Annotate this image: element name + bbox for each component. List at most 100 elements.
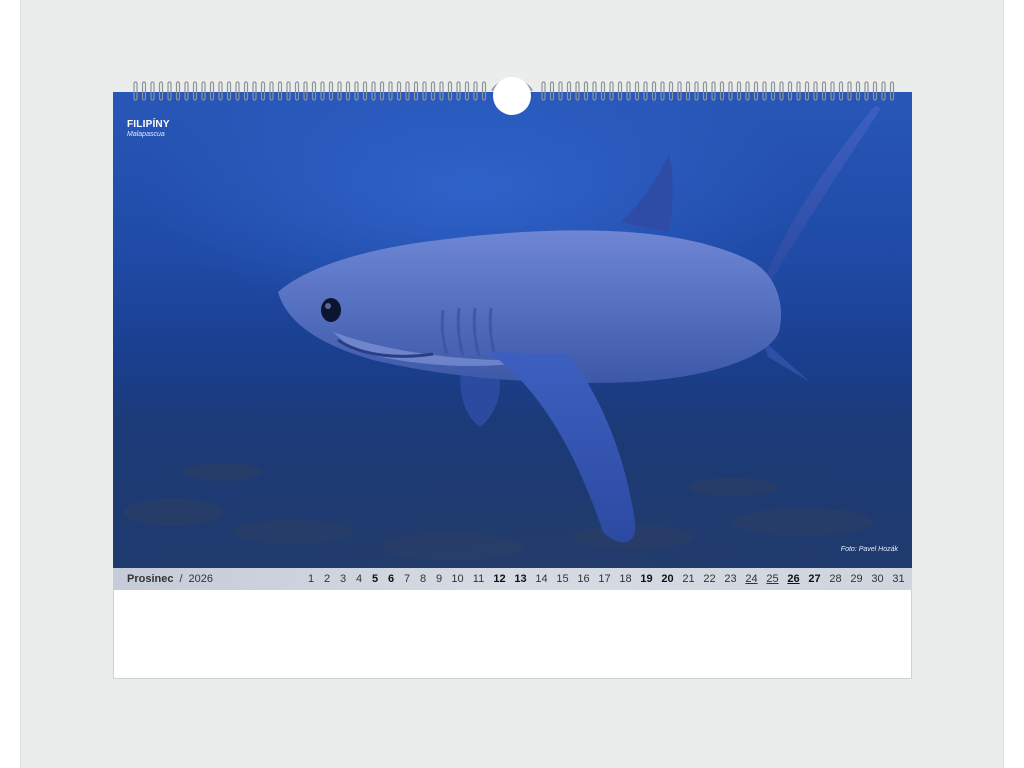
spiral-ring — [413, 81, 419, 101]
spiral-ring — [209, 81, 215, 101]
spiral-ring — [252, 81, 257, 101]
spiral-ring — [864, 81, 869, 101]
calendar-photo: FILIPÍNY Malapascua Foto: Pavel Hozák — [113, 92, 912, 568]
spiral-ring — [592, 81, 597, 101]
day-13: 13 — [514, 573, 527, 585]
shark-dorsal-fin — [621, 154, 673, 232]
spiral-ring — [830, 81, 835, 101]
spiral-ring — [320, 81, 325, 101]
spiral-ring — [226, 81, 232, 101]
spiral-ring — [668, 81, 674, 101]
day-31: 31 — [892, 573, 905, 585]
day-8: 8 — [419, 573, 427, 585]
spiral-ring — [473, 81, 478, 101]
spiral-ring — [396, 81, 402, 101]
day-23: 23 — [724, 573, 737, 585]
spiral-ring — [430, 81, 436, 101]
spiral-ring — [456, 81, 461, 101]
spiral-ring — [362, 81, 368, 101]
shark-tail-lower — [763, 340, 810, 382]
spiral-ring — [541, 81, 546, 101]
month-name: Prosinec — [127, 573, 174, 585]
shark-tail — [763, 106, 881, 287]
spiral-ring — [481, 81, 487, 101]
photo-credit: Foto: Pavel Hozák — [840, 546, 898, 553]
spiral-ring — [617, 81, 623, 101]
spiral-ring — [762, 81, 767, 101]
spiral-ring — [558, 81, 563, 101]
spiral-ring — [269, 81, 274, 101]
spiral-ring — [719, 81, 725, 101]
day-28: 28 — [829, 573, 842, 585]
spiral-ring — [294, 81, 300, 101]
spiral-ring — [235, 81, 240, 101]
location-subtitle: Malapascua — [127, 131, 165, 138]
spiral-ring — [184, 81, 189, 101]
spiral-ring — [439, 81, 444, 101]
spiral-ring — [218, 81, 223, 101]
day-5: 5 — [371, 573, 379, 585]
spiral-ring — [728, 81, 733, 101]
spiral-ring — [847, 81, 852, 101]
day-10: 10 — [451, 573, 464, 585]
spiral-ring — [855, 81, 861, 101]
shark-eye — [321, 298, 341, 322]
spiral-ring — [167, 81, 172, 101]
spiral-ring — [303, 81, 308, 101]
month-year: 2026 — [188, 573, 214, 585]
day-15: 15 — [556, 573, 569, 585]
day-29: 29 — [850, 573, 863, 585]
day-7: 7 — [403, 573, 411, 585]
day-16: 16 — [577, 573, 590, 585]
day-18: 18 — [619, 573, 632, 585]
spiral-ring — [286, 81, 291, 101]
day-17: 17 — [598, 573, 611, 585]
spiral-ring — [243, 81, 249, 101]
spiral-ring — [583, 81, 589, 101]
spiral-ring — [694, 81, 699, 101]
spiral-ring — [175, 81, 181, 101]
spiral-ring — [643, 81, 648, 101]
spiral-ring — [328, 81, 334, 101]
day-25: 25 — [766, 573, 779, 585]
spiral-ring — [889, 81, 895, 101]
spiral-ring — [609, 81, 614, 101]
day-2: 2 — [323, 573, 331, 585]
hanger-hole — [491, 77, 533, 115]
spiral-ring — [354, 81, 359, 101]
location-title: FILIPÍNY — [127, 119, 170, 130]
spiral-ring — [379, 81, 385, 101]
day-20: 20 — [661, 573, 674, 585]
spiral-ring — [388, 81, 393, 101]
spiral-ring — [575, 81, 580, 101]
spiral-ring — [337, 81, 342, 101]
spiral-ring — [821, 81, 827, 101]
day-numbers: 1 2 3 4 5 6 7 8 9 10 11 12 13 14 15 16 17 18 19 20 21 22 23 24 2… — [303, 568, 909, 590]
spiral-ring — [838, 81, 844, 101]
day-14: 14 — [535, 573, 548, 585]
spiral-ring — [371, 81, 376, 101]
spiral-ring — [685, 81, 691, 101]
spiral-ring — [626, 81, 631, 101]
spiral-ring — [634, 81, 640, 101]
spiral-ring — [158, 81, 164, 101]
spiral-ring — [566, 81, 572, 101]
spiral-ring — [711, 81, 716, 101]
spiral-ring — [600, 81, 606, 101]
day-9: 9 — [435, 573, 443, 585]
spiral-ring — [770, 81, 776, 101]
day-11: 11 — [472, 573, 485, 585]
spiral-ring — [779, 81, 784, 101]
day-26: 26 — [787, 573, 800, 585]
day-3: 3 — [339, 573, 347, 585]
spiral-ring — [881, 81, 886, 101]
spiral-ring — [192, 81, 198, 101]
spiral-ring — [736, 81, 742, 101]
day-27: 27 — [808, 573, 821, 585]
spiral-ring — [787, 81, 793, 101]
spiral-ring — [745, 81, 750, 101]
spiral-ring — [311, 81, 317, 101]
spiral-ring — [277, 81, 283, 101]
month-bar: Prosinec / 2026 1 2 3 4 5 6 7 8 9 10 11 12 13 14 15 16 1… — [113, 568, 912, 590]
spiral-ring — [141, 81, 147, 101]
